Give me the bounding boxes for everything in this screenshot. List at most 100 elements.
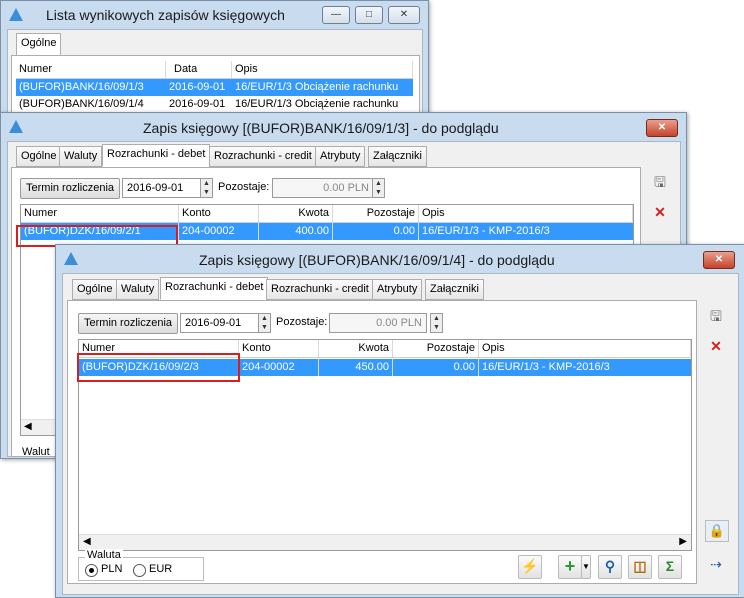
tab-atrybuty[interactable]: Atrybuty [372, 279, 423, 300]
delete-icon[interactable]: ◫ [628, 555, 652, 579]
cell-kwota: 450.00 [319, 359, 393, 376]
date-spinner[interactable]: ▲ ▼ [200, 178, 213, 198]
entry-window-1-4-body: Ogólne Waluty Rozrachunki - debet Rozrac… [62, 273, 739, 595]
pozostaje-field: 0.00 PLN [329, 313, 427, 333]
search-icon[interactable]: ⚲ [598, 555, 622, 579]
tab-zalaczniki[interactable]: Załączniki [368, 146, 427, 167]
entry-window-1-3-title: Zapis księgowy [(BUFOR)BANK/16/09/1/3] -… [143, 120, 499, 136]
termin-rozliczenia-button[interactable]: Termin rozliczenia [78, 313, 179, 334]
pozostaje-spinner[interactable]: ▲ ▼ [430, 313, 443, 333]
results-window-titlebar[interactable]: Lista wynikowych zapisów księgowych — □ … [1, 1, 428, 29]
waluta-group: Waluta PLN EUR [78, 549, 204, 581]
eur-radio[interactable] [133, 564, 146, 577]
cell-pozostaje: 0.00 [393, 359, 479, 376]
column-header-numer[interactable]: Numer [16, 61, 166, 78]
tab-ogolne[interactable]: Ogólne [72, 279, 118, 300]
cell-pozostaje: 0.00 [333, 223, 419, 240]
pozostaje-spinner[interactable]: ▲ ▼ [372, 178, 385, 198]
date-field[interactable]: 2016-09-01 [122, 178, 202, 198]
tab-rozrachunki-debet[interactable]: Rozrachunki - debet [160, 277, 269, 300]
pln-radio[interactable] [85, 564, 98, 577]
scroll-right-icon[interactable]: ▶ [679, 536, 687, 547]
eur-label[interactable]: EUR [149, 563, 172, 575]
cell-numer: (BUFOR)BANK/16/09/1/3 [19, 81, 144, 93]
highlight-box [77, 353, 240, 382]
cell-opis: 16/EUR/1/3 - KMP-2016/3 [482, 361, 610, 373]
tab-pane: Numer Data Opis (BUFOR)BANK/16/09/1/3 20… [11, 55, 420, 119]
cell-kwota: 400.00 [259, 223, 333, 240]
app-logo-icon [9, 120, 23, 133]
cell-konto: 204-00002 [179, 223, 259, 240]
lock-icon[interactable]: 🔒 [705, 520, 729, 542]
table-row[interactable]: (BUFOR)BANK/16/09/1/3 2016-09-01 16/EUR/… [16, 79, 413, 96]
entry-window-1-3-titlebar[interactable]: Zapis księgowy [(BUFOR)BANK/16/09/1/3] -… [1, 113, 686, 141]
sum-icon[interactable]: Σ [658, 555, 682, 579]
app-logo-icon [9, 8, 23, 21]
cancel-icon[interactable]: ✕ [649, 202, 671, 222]
add-icon[interactable]: + [558, 555, 582, 579]
scroll-left-icon[interactable]: ◀ [83, 536, 91, 547]
cell-numer: (BUFOR)BANK/16/09/1/4 [19, 98, 144, 110]
results-window: Lista wynikowych zapisów księgowych — □ … [0, 0, 429, 120]
pozostaje-label: Pozostaje: [218, 181, 270, 193]
maximize-button[interactable]: □ [355, 6, 383, 24]
tab-waluty[interactable]: Waluty [116, 279, 160, 300]
column-header-pozostaje[interactable]: Pozostaje [333, 205, 419, 222]
minimize-button[interactable]: — [322, 6, 350, 24]
close-button[interactable]: ✕ [646, 119, 678, 137]
waluta-label: Walut [22, 446, 50, 458]
termin-rozliczenia-button[interactable]: Termin rozliczenia [20, 178, 121, 199]
cell-opis: 16/EUR/1/3 - KMP-2016/3 [422, 225, 550, 237]
scroll-left-icon[interactable]: ◀ [24, 421, 32, 432]
tab-rozrachunki-credit[interactable]: Rozrachunki - credit [266, 279, 374, 300]
column-header-opis[interactable]: Opis [232, 61, 413, 78]
horizontal-scrollbar[interactable]: ◀ ▶ [79, 534, 691, 550]
tab-pane: Termin rozliczenia 2016-09-01 ▲ ▼ Pozosta… [67, 300, 697, 584]
cell-opis: 16/EUR/1/3 Obciążenie rachunku [235, 81, 399, 93]
results-window-title: Lista wynikowych zapisów księgowych [46, 7, 285, 23]
column-header-kwota[interactable]: Kwota [259, 205, 333, 222]
tab-rozrachunki-credit[interactable]: Rozrachunki - credit [209, 146, 317, 167]
entry-window-1-4-titlebar[interactable]: Zapis księgowy [(BUFOR)BANK/16/09/1/4] -… [56, 245, 744, 273]
tab-atrybuty[interactable]: Atrybuty [315, 146, 366, 167]
close-button[interactable]: ✕ [388, 6, 420, 24]
close-button[interactable]: ✕ [703, 251, 735, 269]
save-icon[interactable]: 🖫 [649, 172, 671, 192]
table-row[interactable]: (BUFOR)BANK/16/09/1/4 2016-09-01 16/EUR/… [16, 96, 413, 113]
tab-zalaczniki[interactable]: Załączniki [425, 279, 484, 300]
column-header-opis[interactable]: Opis [479, 340, 691, 357]
app-logo-icon [64, 252, 78, 265]
column-header-data[interactable]: Data [166, 61, 232, 78]
tab-ogolne[interactable]: Ogólne [16, 146, 62, 167]
column-header-konto[interactable]: Konto [239, 340, 319, 357]
cell-data: 2016-09-01 [169, 98, 226, 110]
cell-konto: 204-00002 [239, 359, 319, 376]
tab-ogolne[interactable]: Ogólne [16, 33, 62, 56]
pln-label[interactable]: PLN [101, 563, 122, 575]
tab-rozrachunki-debet[interactable]: Rozrachunki - debet [102, 144, 211, 167]
cancel-icon[interactable]: ✕ [705, 336, 727, 356]
waluta-label: Waluta [85, 549, 123, 561]
date-spinner[interactable]: ▲ ▼ [258, 313, 271, 333]
results-window-body: Ogólne Numer Data Opis (BUFOR)BANK/16/09… [7, 29, 423, 119]
cell-opis: 16/EUR/1/3 Obciążenie rachunku [235, 98, 399, 110]
save-icon[interactable]: 🖫 [705, 306, 727, 326]
chevron-down-icon[interactable]: ▼ [581, 555, 591, 579]
cell-data: 2016-09-01 [169, 81, 226, 93]
column-header-pozostaje[interactable]: Pozostaje [393, 340, 479, 357]
date-field[interactable]: 2016-09-01 [180, 313, 260, 333]
column-header-kwota[interactable]: Kwota [319, 340, 393, 357]
table-header: Numer Data Opis [16, 61, 413, 79]
pozostaje-label: Pozostaje: [276, 316, 328, 328]
pin-icon[interactable]: ⇢ [705, 554, 727, 574]
tab-waluty[interactable]: Waluty [59, 146, 103, 167]
entry-window-1-4-title: Zapis księgowy [(BUFOR)BANK/16/09/1/4] -… [199, 252, 555, 268]
table-header: Numer Konto Kwota Pozostaje Opis [21, 205, 633, 223]
column-header-konto[interactable]: Konto [179, 205, 259, 222]
column-header-opis[interactable]: Opis [419, 205, 633, 222]
entry-window-1-4: Zapis księgowy [(BUFOR)BANK/16/09/1/4] -… [55, 244, 744, 598]
lightning-icon[interactable]: ⚡ [518, 555, 542, 579]
results-table: Numer Data Opis (BUFOR)BANK/16/09/1/3 20… [16, 61, 413, 117]
column-header-numer[interactable]: Numer [21, 205, 179, 222]
pozostaje-field: 0.00 PLN [272, 178, 374, 198]
